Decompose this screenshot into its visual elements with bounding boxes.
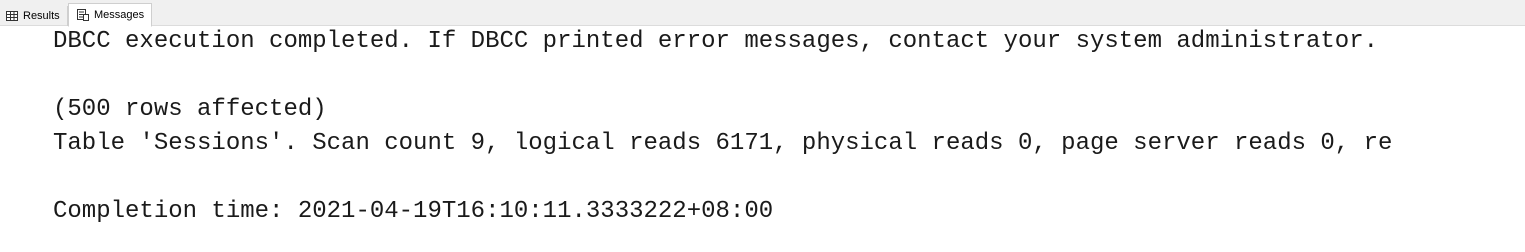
grid-icon (6, 10, 18, 22)
tab-messages[interactable]: Messages (68, 3, 152, 27)
messages-icon (77, 9, 89, 21)
message-completion-time: Completion time: 2021-04-19T16:10:11.333… (53, 198, 774, 225)
tab-results-label: Results (23, 10, 60, 22)
result-tabs-bar: Results Messages (0, 0, 1525, 27)
message-rows-affected: (500 rows affected) (53, 96, 327, 123)
tab-messages-label: Messages (94, 9, 145, 21)
message-io-statistics: Table 'Sessions'. Scan count 9, logical … (53, 130, 1393, 157)
message-dbcc-completed: DBCC execution completed. If DBCC printe… (53, 28, 1379, 55)
messages-pane[interactable]: DBCC execution completed. If DBCC printe… (0, 27, 1525, 252)
tab-results[interactable]: Results (0, 6, 68, 26)
